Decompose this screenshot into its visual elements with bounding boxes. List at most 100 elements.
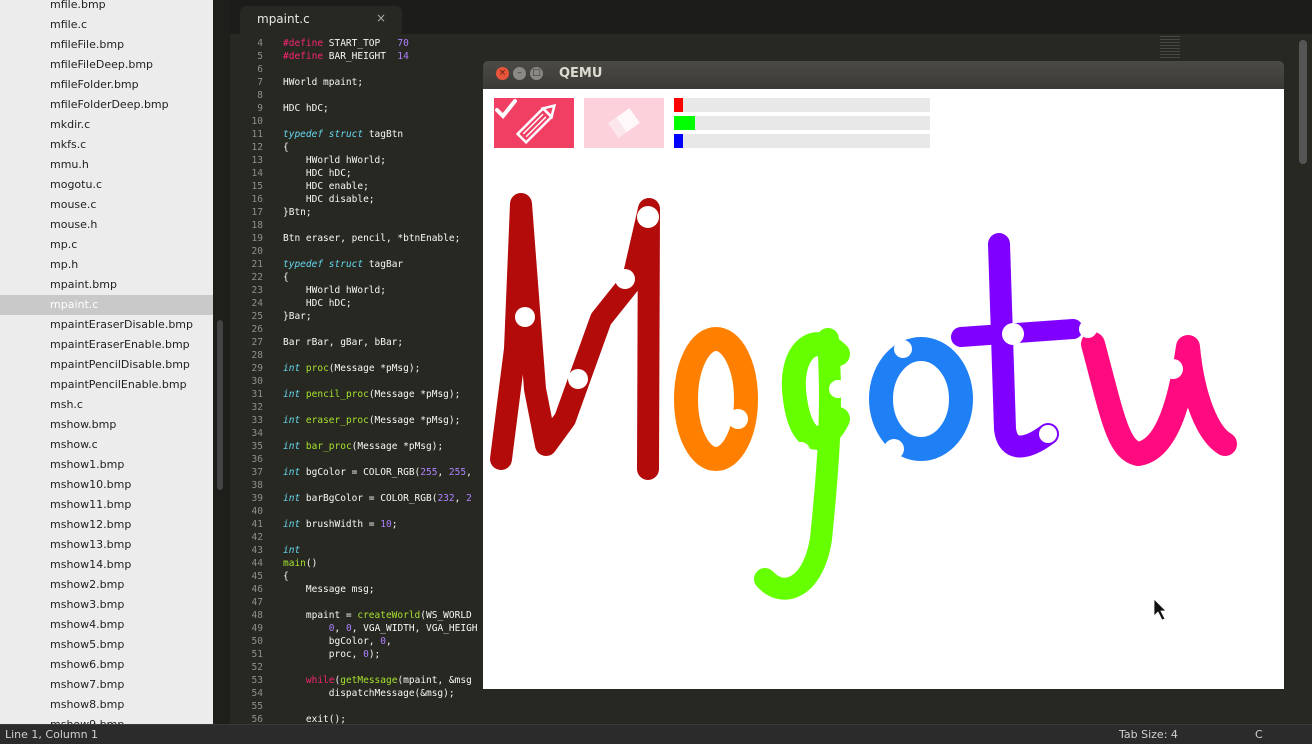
code-line[interactable]: dispatchMessage(&msg);	[283, 687, 455, 700]
sidebar-file-item[interactable]: mpaintEraserDisable.bmp	[0, 315, 213, 335]
sidebar-file-item[interactable]: mpaintPencilDisable.bmp	[0, 355, 213, 375]
sidebar-file-item[interactable]: mshow13.bmp	[0, 535, 213, 555]
sidebar-file-item[interactable]: mshow5.bmp	[0, 635, 213, 655]
code-line[interactable]: int eraser_proc(Message *pMsg);	[283, 414, 460, 427]
sidebar-file-item[interactable]: mp.h	[0, 255, 213, 275]
sidebar-file-item[interactable]: mfileFolder.bmp	[0, 75, 213, 95]
code-line[interactable]: int	[283, 544, 300, 557]
code-line[interactable]: proc, 0);	[283, 648, 381, 661]
window-close-icon[interactable]: ×	[496, 67, 509, 80]
sidebar-file-item[interactable]: mkdir.c	[0, 115, 213, 135]
code-line[interactable]: Message msg;	[283, 583, 375, 596]
code-line[interactable]: int proc(Message *pMsg);	[283, 362, 420, 375]
mouse-cursor-icon	[1153, 598, 1167, 621]
paint-canvas[interactable]	[483, 89, 1284, 689]
sidebar-file-item[interactable]: mfileFolderDeep.bmp	[0, 95, 213, 115]
sidebar-file-item[interactable]: mfile.c	[0, 15, 213, 35]
code-line[interactable]: #define START_TOP 70	[283, 37, 409, 50]
sidebar-file-item[interactable]: mp.c	[0, 235, 213, 255]
sidebar-file-item[interactable]: mouse.c	[0, 195, 213, 215]
green-color-bar[interactable]	[674, 116, 930, 130]
code-line[interactable]: int bar_proc(Message *pMsg);	[283, 440, 443, 453]
qemu-title-bar[interactable]: × – □ QEMU	[483, 61, 1284, 89]
file-sidebar: mfile.bmp mfile.c mfileFile.bmp mfileFileDe…	[0, 0, 213, 724]
code-line[interactable]: HDC hDC;	[283, 102, 329, 115]
sidebar-file-item[interactable]: mouse.h	[0, 215, 213, 235]
code-line[interactable]: main()	[283, 557, 317, 570]
sidebar-file-item[interactable]: mfileFileDeep.bmp	[0, 55, 213, 75]
code-line[interactable]: while(getMessage(mpaint, &msg	[283, 674, 472, 687]
sidebar-file-item[interactable]: mshow7.bmp	[0, 675, 213, 695]
sidebar-file-item[interactable]: mogotu.c	[0, 175, 213, 195]
code-line[interactable]: #define BAR_HEIGHT 14	[283, 50, 409, 63]
syntax-mode[interactable]: C	[1255, 728, 1263, 741]
sidebar-file-item[interactable]: mkfs.c	[0, 135, 213, 155]
code-line[interactable]: typedef struct tagBar	[283, 258, 403, 271]
sidebar-file-item[interactable]: mshow10.bmp	[0, 475, 213, 495]
sidebar-file-item[interactable]: mshow8.bmp	[0, 695, 213, 715]
code-line[interactable]: int barBgColor = COLOR_RGB(232, 2	[283, 492, 472, 505]
sidebar-file-item[interactable]: mshow6.bmp	[0, 655, 213, 675]
sidebar-scrollbar[interactable]	[217, 320, 223, 490]
cursor-position: Line 1, Column 1	[5, 728, 99, 741]
sidebar-file-item[interactable]: mpaintEraserEnable.bmp	[0, 335, 213, 355]
code-line[interactable]: typedef struct tagBtn	[283, 128, 403, 141]
code-line[interactable]: exit();	[283, 713, 346, 724]
tab-close-icon[interactable]: ×	[376, 11, 386, 25]
sidebar-file-item[interactable]: mpaint.c	[0, 295, 213, 315]
code-line[interactable]: bgColor, 0,	[283, 635, 392, 648]
blue-color-bar[interactable]	[674, 134, 930, 148]
code-line[interactable]: HWorld hWorld;	[283, 284, 386, 297]
line-number: 14	[251, 168, 263, 179]
sidebar-file-item[interactable]: mshow3.bmp	[0, 595, 213, 615]
code-line[interactable]: }Btn;	[283, 206, 312, 219]
code-line[interactable]: {	[283, 141, 289, 154]
sidebar-file-item[interactable]: mshow4.bmp	[0, 615, 213, 635]
code-line[interactable]: HWorld mpaint;	[283, 76, 363, 89]
sidebar-file-item[interactable]: mshow12.bmp	[0, 515, 213, 535]
sidebar-file-item[interactable]: mshow1.bmp	[0, 455, 213, 475]
sidebar-file-item[interactable]: msh.c	[0, 395, 213, 415]
line-number: 43	[251, 545, 263, 556]
window-maximize-icon[interactable]: □	[530, 67, 543, 80]
sidebar-file-item[interactable]: mshow2.bmp	[0, 575, 213, 595]
sidebar-file-item[interactable]: mshow14.bmp	[0, 555, 213, 575]
mogotu-drawing	[490, 193, 1237, 621]
minimap[interactable]	[1160, 36, 1180, 58]
sidebar-file-item[interactable]: mpaintPencilEnable.bmp	[0, 375, 213, 395]
code-line[interactable]: Bar rBar, gBar, bBar;	[283, 336, 403, 349]
eraser-tool-button[interactable]	[584, 98, 664, 148]
pencil-tool-button[interactable]	[494, 98, 574, 148]
code-line[interactable]: HWorld hWorld;	[283, 154, 386, 167]
tab-size[interactable]: Tab Size: 4	[1119, 728, 1178, 741]
sidebar-file-item[interactable]: mpaint.bmp	[0, 275, 213, 295]
code-line[interactable]: int bgColor = COLOR_RGB(255, 255,	[283, 466, 472, 479]
sidebar-file-item[interactable]: mfile.bmp	[0, 0, 213, 15]
code-line[interactable]: 0, 0, VGA_WIDTH, VGA_HEIGH	[283, 622, 478, 635]
sidebar-file-item[interactable]: mshow11.bmp	[0, 495, 213, 515]
code-line[interactable]: HDC enable;	[283, 180, 369, 193]
code-line[interactable]: int pencil_proc(Message *pMsg);	[283, 388, 460, 401]
code-line[interactable]: }Bar;	[283, 310, 312, 323]
blue-bar-fill	[674, 134, 683, 148]
sidebar-file-item[interactable]: mshow.bmp	[0, 415, 213, 435]
sidebar-file-item[interactable]: mshow.c	[0, 435, 213, 455]
code-line[interactable]: mpaint = createWorld(WS_WORLD	[283, 609, 472, 622]
editor-scrollbar[interactable]	[1299, 40, 1307, 164]
code-line[interactable]: HDC hDC;	[283, 297, 352, 310]
code-line[interactable]: {	[283, 271, 289, 284]
code-line[interactable]: int brushWidth = 10;	[283, 518, 397, 531]
line-number: 30	[251, 376, 263, 387]
window-minimize-icon[interactable]: –	[513, 67, 526, 80]
code-line[interactable]: HDC hDC;	[283, 167, 352, 180]
tab-mpaint-c[interactable]: mpaint.c ×	[240, 6, 402, 34]
code-line[interactable]: Btn eraser, pencil, *btnEnable;	[283, 232, 460, 245]
sidebar-file-item[interactable]: mfileFile.bmp	[0, 35, 213, 55]
code-line[interactable]: HDC disable;	[283, 193, 375, 206]
red-color-bar[interactable]	[674, 98, 930, 112]
line-number: 37	[251, 467, 263, 478]
code-line[interactable]: {	[283, 570, 289, 583]
sidebar-file-item[interactable]: mshow9.bmp	[0, 715, 213, 724]
tab-label: mpaint.c	[257, 12, 310, 26]
sidebar-file-item[interactable]: mmu.h	[0, 155, 213, 175]
